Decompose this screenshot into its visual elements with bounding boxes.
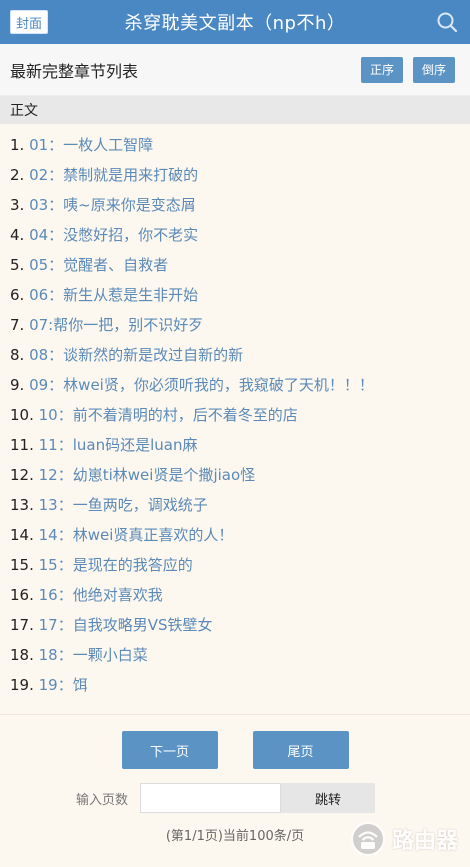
chapter-index: 2. (10, 166, 25, 184)
chapter-item: 5. 05：觉醒者、自救者 (10, 250, 470, 280)
chapter-item: 12. 12：幼崽ti林wei贤是个撒jiao怪 (10, 460, 470, 490)
router-logo-icon (350, 822, 385, 856)
chapter-index: 1. (10, 136, 25, 154)
chapter-list-header: 最新完整章节列表 正序 倒序 (0, 44, 470, 96)
last-page-button[interactable]: 尾页 (252, 731, 349, 769)
chapter-item: 9. 09：林wei贤，你必须听我的，我窥破了天机！！！ (10, 370, 470, 400)
sort-asc-button[interactable]: 正序 (361, 56, 403, 83)
chapter-link[interactable]: 12：幼崽ti林wei贤是个撒jiao怪 (39, 466, 256, 484)
top-bar: 封面 杀穿耽美文副本（np不h） (0, 0, 470, 44)
book-title: 杀穿耽美文副本（np不h） (124, 13, 346, 34)
chapter-link[interactable]: 07:帮你一把，别不识好歹 (29, 316, 203, 334)
chapter-item: 13. 13：一鱼两吃，调戏统子 (10, 490, 470, 520)
page-jump: 输入页数 跳转 (0, 783, 470, 813)
chapter-link[interactable]: 08：谈新然的新是改过自新的新 (29, 346, 243, 364)
chapter-link[interactable]: 06：新生从惹是生非开始 (29, 286, 198, 304)
chapter-link[interactable]: 16：他绝对喜欢我 (39, 586, 163, 604)
chapter-item: 6. 06：新生从惹是生非开始 (10, 280, 470, 310)
chapter-item: 18. 18：一颗小白菜 (10, 640, 470, 670)
sort-desc-button[interactable]: 倒序 (413, 56, 455, 83)
chapter-index: 8. (10, 346, 25, 364)
chapter-index: 19. (10, 676, 34, 694)
section-label: 正文 (0, 96, 470, 124)
chapter-link[interactable]: 04：没憋好招，你不老实 (29, 226, 198, 244)
chapter-index: 15. (10, 556, 34, 574)
chapter-link[interactable]: 01：一枚人工智障 (29, 136, 153, 154)
chapter-index: 12. (10, 466, 34, 484)
jump-button[interactable]: 跳转 (281, 783, 375, 813)
chapter-link[interactable]: 14：林wei贤真正喜欢的人！ (39, 526, 234, 544)
chapter-item: 19. 19：饵 (10, 670, 470, 700)
chapter-link[interactable]: 17：自我攻略男VS铁壁女 (39, 616, 213, 634)
chapter-index: 5. (10, 256, 25, 274)
chapter-item: 10. 10：前不着清明的村，后不着冬至的店 (10, 400, 470, 430)
jump-label: 输入页数 (75, 792, 128, 808)
chapter-index: 9. (10, 376, 25, 394)
chapter-link[interactable]: 18：一颗小白菜 (39, 646, 148, 664)
chapter-link[interactable]: 11：luan码还是luan麻 (39, 436, 198, 454)
chapter-link[interactable]: 13：一鱼两吃，调戏统子 (39, 496, 208, 514)
chapter-item: 15. 15：是现在的我答应的 (10, 550, 470, 580)
chapter-link[interactable]: 15：是现在的我答应的 (39, 556, 193, 574)
chapter-index: 17. (10, 616, 34, 634)
chapter-index: 4. (10, 226, 25, 244)
page-number-input[interactable] (140, 783, 281, 813)
chapter-link[interactable]: 03：咦~原来你是变态屑 (29, 196, 196, 214)
divider (0, 714, 470, 715)
pager: 下一页 尾页 (0, 731, 470, 769)
cover-button[interactable]: 封面 (10, 10, 48, 34)
watermark: 路由器 (350, 821, 458, 857)
chapter-link[interactable]: 10：前不着清明的村，后不着冬至的店 (39, 406, 298, 424)
chapter-index: 16. (10, 586, 34, 604)
search-icon[interactable] (436, 11, 458, 33)
chapter-item: 1. 01：一枚人工智障 (10, 130, 470, 160)
chapter-index: 10. (10, 406, 34, 424)
chapter-index: 7. (10, 316, 25, 334)
chapter-index: 13. (10, 496, 34, 514)
chapter-item: 2. 02：禁制就是用来打破的 (10, 160, 470, 190)
chapter-link[interactable]: 19：饵 (39, 676, 88, 694)
chapter-list: 1. 01：一枚人工智障 2. 02：禁制就是用来打破的 3. 03：咦~原来你… (0, 124, 470, 700)
watermark-text: 路由器 (391, 829, 458, 854)
chapter-item: 7. 07:帮你一把，别不识好歹 (10, 310, 470, 340)
chapter-link[interactable]: 02：禁制就是用来打破的 (29, 166, 198, 184)
chapter-link[interactable]: 05：觉醒者、自救者 (29, 256, 168, 274)
chapter-item: 4. 04：没憋好招，你不老实 (10, 220, 470, 250)
chapter-item: 17. 17：自我攻略男VS铁壁女 (10, 610, 470, 640)
chapter-index: 6. (10, 286, 25, 304)
chapter-item: 16. 16：他绝对喜欢我 (10, 580, 470, 610)
chapter-link[interactable]: 09：林wei贤，你必须听我的，我窥破了天机！！！ (29, 376, 374, 394)
chapter-list-title: 最新完整章节列表 (10, 61, 139, 81)
next-page-button[interactable]: 下一页 (121, 731, 218, 769)
chapter-item: 14. 14：林wei贤真正喜欢的人！ (10, 520, 470, 550)
chapter-index: 14. (10, 526, 34, 544)
chapter-index: 18. (10, 646, 34, 664)
chapter-index: 11. (10, 436, 34, 454)
chapter-item: 11. 11：luan码还是luan麻 (10, 430, 470, 460)
chapter-item: 3. 03：咦~原来你是变态屑 (10, 190, 470, 220)
chapter-index: 3. (10, 196, 25, 214)
chapter-item: 8. 08：谈新然的新是改过自新的新 (10, 340, 470, 370)
